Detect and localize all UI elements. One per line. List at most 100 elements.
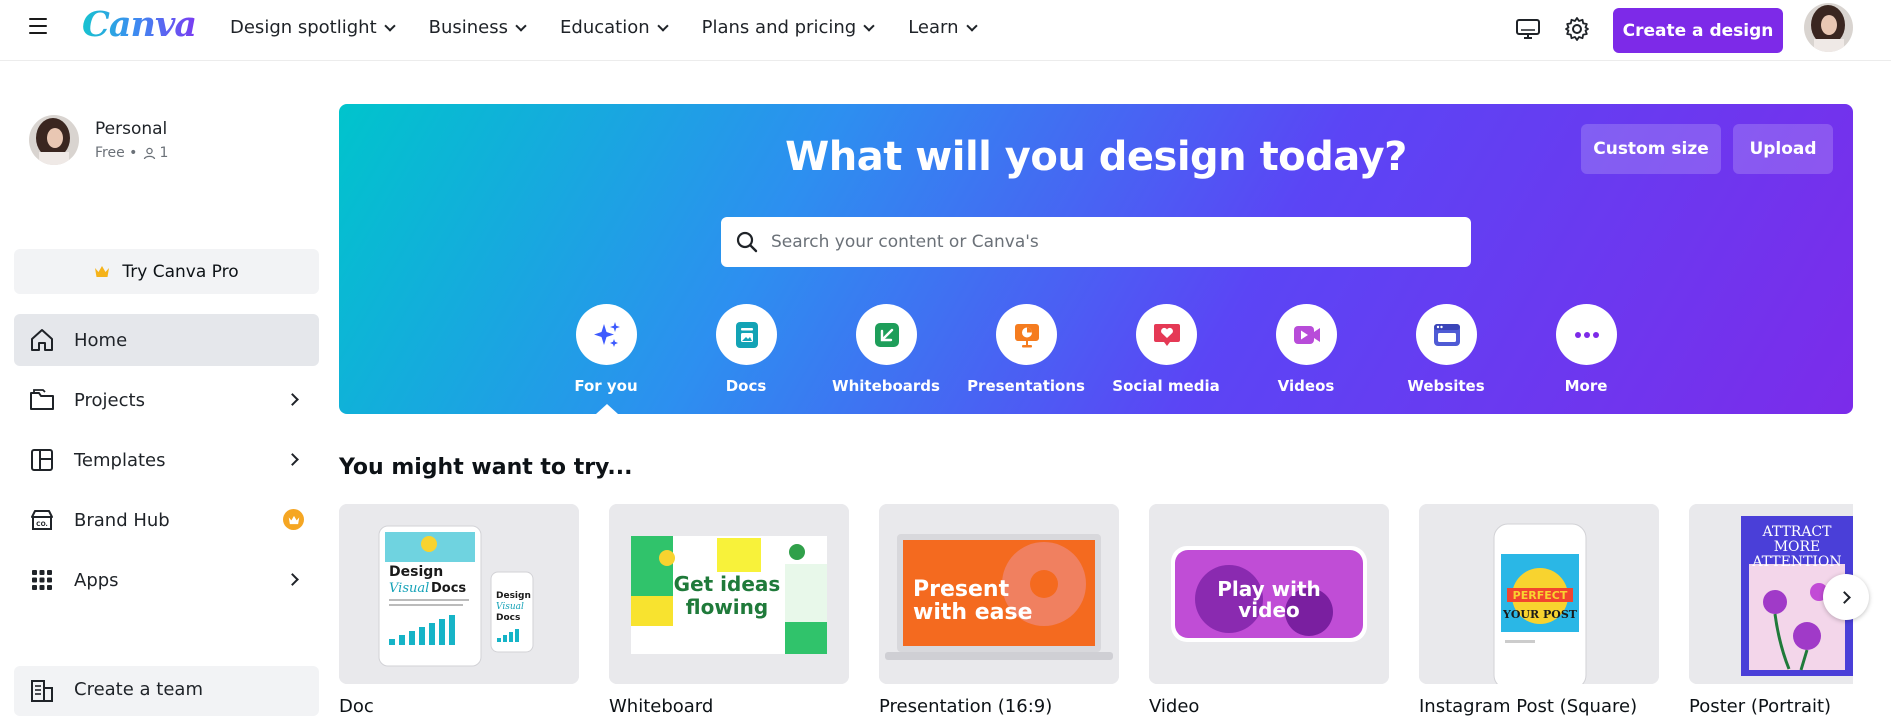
canva-logo[interactable]: Canva bbox=[82, 4, 197, 45]
nav-label: Design spotlight bbox=[230, 17, 377, 38]
crown-icon bbox=[95, 266, 110, 277]
category-label: Presentations bbox=[967, 377, 1085, 395]
card-label: Video bbox=[1149, 696, 1200, 717]
svg-text:YOUR POST: YOUR POST bbox=[1502, 608, 1578, 621]
carousel-next-button[interactable] bbox=[1823, 574, 1869, 620]
nav-business[interactable]: Business bbox=[429, 17, 527, 38]
custom-size-button[interactable]: Custom size bbox=[1581, 124, 1721, 174]
category-icon-circle bbox=[1556, 304, 1617, 365]
category-label: Social media bbox=[1112, 377, 1220, 395]
plan-label: Free bbox=[95, 145, 125, 161]
member-count: 1 bbox=[159, 145, 169, 161]
home-icon bbox=[31, 329, 53, 351]
monitor-icon[interactable] bbox=[1515, 18, 1541, 40]
folder-icon bbox=[30, 389, 54, 410]
design-category-bar: For you Docs Whiteboards Presentations S… bbox=[536, 304, 1656, 414]
search-icon bbox=[736, 231, 758, 253]
search-bar[interactable] bbox=[721, 217, 1471, 267]
card-label: Whiteboard bbox=[609, 696, 714, 717]
chevron-down-icon bbox=[656, 19, 669, 32]
hero-banner: What will you design today? Custom size … bbox=[339, 104, 1853, 414]
category-label: Videos bbox=[1277, 377, 1335, 395]
category-icon-circle bbox=[576, 304, 637, 365]
category-websites[interactable]: Websites bbox=[1376, 304, 1516, 404]
sidebar: Personal Free • 1 Try Canva Pro Home Pro… bbox=[0, 62, 330, 721]
apps-grid-icon bbox=[32, 570, 52, 590]
website-icon bbox=[1433, 323, 1460, 346]
card-thumbnail: Play with video bbox=[1149, 504, 1389, 684]
category-icon-circle bbox=[996, 304, 1057, 365]
presentation-icon bbox=[1014, 323, 1039, 347]
category-label: More bbox=[1564, 377, 1608, 395]
video-icon bbox=[1293, 325, 1320, 344]
nav-design-spotlight[interactable]: Design spotlight bbox=[230, 17, 396, 38]
nav-plans-pricing[interactable]: Plans and pricing bbox=[702, 17, 875, 38]
sidebar-item-templates[interactable]: Templates bbox=[14, 434, 319, 486]
svg-text:Visual: Visual bbox=[389, 581, 429, 596]
sidebar-item-apps[interactable]: Apps bbox=[14, 554, 319, 606]
sidebar-item-label: Apps bbox=[74, 569, 119, 591]
svg-text:PERFECT: PERFECT bbox=[1513, 589, 1568, 602]
category-videos[interactable]: Videos bbox=[1236, 304, 1376, 404]
category-icon-circle bbox=[856, 304, 917, 365]
svg-text:Present: Present bbox=[913, 577, 1010, 602]
category-whiteboards[interactable]: Whiteboards bbox=[816, 304, 956, 404]
category-for-you[interactable]: For you bbox=[536, 304, 676, 414]
sidebar-nav: Home Projects Templates CO. Brand Hub Ap… bbox=[14, 314, 319, 614]
card-thumbnail: PERFECT YOUR POST bbox=[1419, 504, 1659, 684]
suggestion-card-instagram-post[interactable]: PERFECT YOUR POST Instagram Post (Square… bbox=[1419, 504, 1659, 717]
nav-learn[interactable]: Learn bbox=[908, 17, 978, 38]
category-icon-circle bbox=[1416, 304, 1477, 365]
chevron-right-icon bbox=[286, 453, 299, 466]
svg-text:Docs: Docs bbox=[496, 613, 520, 623]
create-design-button[interactable]: Create a design bbox=[1613, 8, 1783, 53]
doc-icon bbox=[735, 321, 758, 348]
account-switcher[interactable]: Personal Free • 1 bbox=[29, 115, 168, 165]
card-thumbnail: Design Visual Docs Design Visual Docs bbox=[339, 504, 579, 684]
sidebar-item-projects[interactable]: Projects bbox=[14, 374, 319, 426]
card-label: Doc bbox=[339, 696, 374, 717]
whiteboard-icon bbox=[874, 322, 899, 347]
chevron-right-icon bbox=[1837, 590, 1851, 604]
nav-label: Learn bbox=[908, 17, 959, 38]
main-menu: Design spotlight Business Education Plan… bbox=[230, 17, 1011, 38]
sidebar-item-home[interactable]: Home bbox=[14, 314, 319, 366]
category-presentations[interactable]: Presentations bbox=[956, 304, 1096, 404]
suggestion-card-presentation[interactable]: Present with ease Presentation (16:9) bbox=[879, 504, 1119, 717]
card-thumbnail: Get ideas flowing bbox=[609, 504, 849, 684]
nav-education[interactable]: Education bbox=[560, 17, 669, 38]
create-team-button[interactable]: Create a team bbox=[14, 666, 319, 716]
heart-icon bbox=[1153, 323, 1180, 346]
avatar bbox=[29, 115, 79, 165]
svg-text:ATTRACT: ATTRACT bbox=[1762, 524, 1833, 540]
category-docs[interactable]: Docs bbox=[676, 304, 816, 404]
svg-text:video: video bbox=[1238, 598, 1300, 622]
suggestion-card-doc[interactable]: Design Visual Docs Design Visual Docs Do… bbox=[339, 504, 579, 717]
category-more[interactable]: More bbox=[1516, 304, 1656, 404]
suggestion-card-video[interactable]: Play with video Video bbox=[1149, 504, 1389, 717]
search-input[interactable] bbox=[771, 217, 1461, 267]
menu-hamburger-icon[interactable] bbox=[29, 18, 47, 34]
crown-icon bbox=[288, 515, 299, 524]
more-icon bbox=[1574, 331, 1599, 338]
svg-text:flowing: flowing bbox=[686, 595, 768, 619]
try-canva-pro-button[interactable]: Try Canva Pro bbox=[14, 249, 319, 294]
team-building-icon bbox=[31, 680, 53, 702]
card-thumbnail: Present with ease bbox=[879, 504, 1119, 684]
user-avatar[interactable] bbox=[1804, 3, 1853, 52]
category-icon-circle bbox=[1276, 304, 1337, 365]
sidebar-item-label: Brand Hub bbox=[74, 509, 170, 531]
category-social-media[interactable]: Social media bbox=[1096, 304, 1236, 404]
chevron-down-icon bbox=[515, 19, 527, 32]
upload-button[interactable]: Upload bbox=[1733, 124, 1833, 174]
sidebar-item-brand-hub[interactable]: CO. Brand Hub bbox=[14, 494, 319, 546]
gear-icon[interactable] bbox=[1564, 16, 1590, 42]
svg-text:Design: Design bbox=[496, 591, 531, 601]
card-label: Poster (Portrait) bbox=[1689, 696, 1832, 717]
svg-text:Design: Design bbox=[389, 564, 443, 580]
suggestion-carousel: Design Visual Docs Design Visual Docs Do… bbox=[339, 504, 1853, 721]
account-name: Personal bbox=[95, 119, 168, 139]
suggestion-card-whiteboard[interactable]: Get ideas flowing Whiteboard bbox=[609, 504, 849, 717]
sidebar-item-label: Home bbox=[74, 329, 128, 351]
user-icon bbox=[144, 147, 156, 159]
